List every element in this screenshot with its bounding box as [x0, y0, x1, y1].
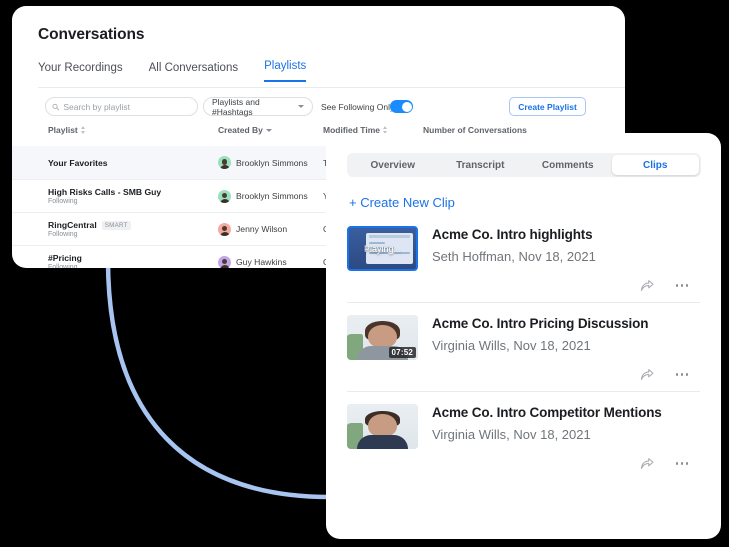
clip-meta: Acme Co. Intro Pricing Discussion Virgin…: [432, 315, 648, 354]
created-by-name: Guy Hawkins: [236, 257, 287, 267]
playlist-type-value: Playlists and #Hashtags: [212, 96, 260, 117]
search-icon: [52, 103, 60, 110]
playing-overlay-label: Playing...: [363, 243, 402, 254]
caret-down-icon: [265, 128, 272, 132]
person-thumbnail-image: [347, 404, 418, 449]
tab-your-recordings[interactable]: Your Recordings: [38, 62, 123, 82]
clip-row: Playing... Acme Co. Intro highlights Set…: [347, 226, 700, 271]
playlist-name-cell: #Pricing Following: [48, 253, 82, 268]
created-by-cell: Jenny Wilson: [218, 222, 288, 236]
share-icon[interactable]: [640, 279, 654, 292]
clip-byline: Virginia Wills, Nov 18, 2021: [432, 426, 591, 442]
tab-playlists[interactable]: Playlists: [264, 60, 307, 82]
playlist-title: Your Favorites: [48, 158, 108, 168]
clip-title: Acme Co. Intro Competitor Mentions: [432, 405, 662, 420]
playlist-title: #Pricing: [48, 253, 82, 263]
created-by-name: Brooklyn Simmons: [236, 191, 308, 201]
sort-icon: [80, 126, 86, 135]
column-header-playlist[interactable]: Playlist: [48, 125, 86, 135]
clip-actions: [347, 457, 700, 470]
share-icon[interactable]: [640, 457, 654, 470]
see-following-only-toggle[interactable]: [390, 100, 413, 113]
following-label: Following: [48, 198, 78, 205]
clip-byline: Virginia Wills, Nov 18, 2021: [432, 337, 591, 353]
created-by-cell: Brooklyn Simmons: [218, 189, 308, 203]
create-playlist-label: Create Playlist: [518, 101, 577, 112]
clip-actions: [347, 368, 700, 381]
created-by-cell: Brooklyn Simmons: [218, 156, 308, 169]
tab-overview[interactable]: Overview: [349, 155, 437, 175]
list-item[interactable]: 07:52 Acme Co. Intro Pricing Discussion …: [347, 315, 700, 392]
tab-comments[interactable]: Comments: [524, 155, 612, 175]
column-header-created-by[interactable]: Created By: [218, 125, 272, 135]
clip-thumbnail[interactable]: [347, 404, 418, 449]
clip-meta: Acme Co. Intro highlights Seth Hoffman, …: [432, 226, 596, 265]
chevron-down-icon: [298, 105, 304, 108]
clips-panel-tabs: Overview Transcript Comments Clips: [347, 153, 701, 177]
clip-actions: [347, 279, 700, 292]
avatar: [218, 222, 231, 236]
clips-panel: Overview Transcript Comments Clips + Cre…: [326, 133, 721, 539]
clip-row: Acme Co. Intro Competitor Mentions Virgi…: [347, 404, 700, 449]
playlist-title: RingCentral SMART: [48, 220, 131, 230]
create-playlist-button[interactable]: Create Playlist: [509, 97, 586, 116]
playlist-type-select[interactable]: Playlists and #Hashtags: [203, 96, 313, 117]
playlist-name-cell: RingCentral SMART Following: [48, 220, 131, 238]
more-options-icon[interactable]: [675, 284, 688, 287]
avatar: [218, 189, 231, 203]
search-input[interactable]: [63, 101, 191, 112]
see-following-only-label: See Following Only: [321, 102, 395, 112]
list-item[interactable]: Playing... Acme Co. Intro highlights Set…: [347, 226, 700, 303]
playlist-title: High Risks Calls - SMB Guy: [48, 187, 161, 197]
playlist-name-cell: Your Favorites: [48, 158, 108, 168]
created-by-name: Brooklyn Simmons: [236, 157, 308, 168]
created-by-name: Jenny Wilson: [236, 224, 288, 234]
more-options-icon[interactable]: [675, 462, 688, 465]
tab-transcript[interactable]: Transcript: [437, 155, 525, 175]
clips-list: Playing... Acme Co. Intro highlights Set…: [347, 226, 700, 492]
following-label: Following: [48, 264, 78, 268]
clip-byline: Seth Hoffman, Nov 18, 2021: [432, 248, 596, 264]
playlist-title-text: Your Favorites: [48, 157, 108, 168]
playlist-title-text: High Risks Calls - SMB Guy: [48, 187, 162, 197]
clip-row: 07:52 Acme Co. Intro Pricing Discussion …: [347, 315, 700, 360]
clip-meta: Acme Co. Intro Competitor Mentions Virgi…: [432, 404, 662, 443]
playlist-name-cell: High Risks Calls - SMB Guy Following: [48, 187, 161, 205]
screenshot-stage: Conversations Your Recordings All Conver…: [0, 0, 729, 547]
tab-all-conversations[interactable]: All Conversations: [149, 62, 238, 82]
list-item[interactable]: Acme Co. Intro Competitor Mentions Virgi…: [347, 404, 700, 480]
column-label: Playlist: [48, 125, 78, 135]
tab-clips[interactable]: Clips: [611, 155, 699, 175]
avatar: [218, 156, 231, 169]
playlist-title-text: #Pricing: [48, 253, 82, 263]
column-label: Created By: [218, 125, 263, 135]
created-by-cell: Guy Hawkins: [218, 255, 287, 268]
status-badge: SMART: [101, 220, 131, 230]
share-icon[interactable]: [640, 368, 654, 381]
create-new-clip-button[interactable]: + Create New Clip: [349, 195, 455, 210]
page-title: Conversations: [38, 26, 145, 43]
more-options-icon[interactable]: [675, 373, 688, 376]
avatar: [218, 255, 231, 268]
clip-title: Acme Co. Intro highlights: [432, 227, 593, 242]
clip-thumbnail[interactable]: 07:52: [347, 315, 418, 360]
following-label: Following: [48, 231, 78, 238]
clip-duration-badge: 07:52: [388, 347, 416, 358]
clip-thumbnail[interactable]: Playing...: [347, 226, 418, 271]
tabs-divider: [38, 87, 625, 88]
clip-title: Acme Co. Intro Pricing Discussion: [432, 316, 649, 331]
conversations-tabs: Your Recordings All Conversations Playli…: [38, 60, 307, 82]
playlist-title-text: RingCentral: [48, 220, 97, 230]
search-playlist-field[interactable]: [45, 97, 198, 116]
